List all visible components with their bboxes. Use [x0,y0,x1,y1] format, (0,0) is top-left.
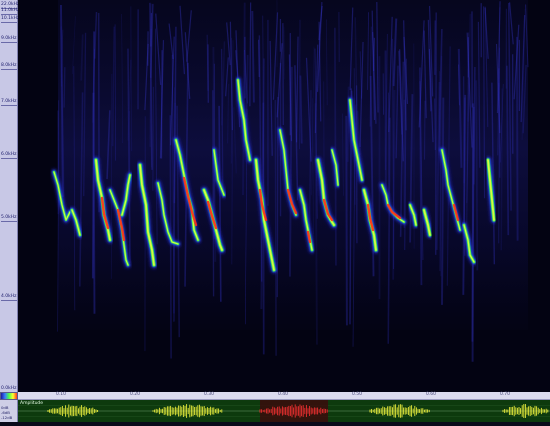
time-tick: 0.20 [130,392,140,398]
waveform-canvas[interactable] [18,400,550,422]
waveform-view[interactable] [18,400,550,422]
freq-tick: 22.0kHz [1,2,19,7]
bottom-panel: 0.10 0.20 0.30 0.40 0.50 0.60 0.70 0dB -… [0,392,550,422]
amplitude-scale: 0dB -6dB -12dB [0,400,18,422]
amplitude-title: Amplitude [20,401,43,406]
amplitude-label: -12dB [1,416,12,420]
time-tick: 0.30 [204,392,214,398]
time-ruler[interactable]: 0.10 0.20 0.30 0.40 0.50 0.60 0.70 [18,392,550,400]
time-tick: 0.60 [426,392,436,398]
freq-tick: 11.0kHz [1,8,19,13]
time-tick: 0.50 [352,392,362,398]
freq-tick: 7.0kHz [1,99,17,104]
time-tick: 0.40 [278,392,288,398]
time-tick: 0.70 [500,392,510,398]
frequency-axis: 22.0kHz 11.0kHz 10.1kHz 9.0kHz 8.0kHz 7.… [0,0,18,392]
freq-tick: 8.0kHz [1,63,17,68]
freq-tick: 0.0kHz [1,386,17,391]
spectrogram-canvas[interactable] [18,0,550,392]
time-tick: 0.10 [56,392,66,398]
color-scale[interactable] [0,392,18,400]
freq-tick: 10.1kHz [1,16,19,21]
freq-tick: 4.0kHz [1,294,17,299]
freq-tick: 5.0kHz [1,215,17,220]
spectrogram-view[interactable] [18,0,550,392]
freq-tick: 6.0kHz [1,152,17,157]
freq-tick: 9.0kHz [1,36,17,41]
